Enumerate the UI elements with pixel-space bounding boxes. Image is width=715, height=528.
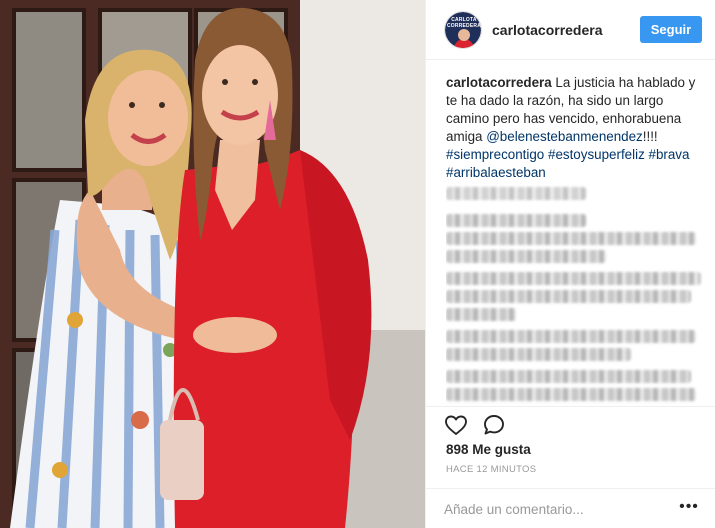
speech-bubble-icon[interactable]: [482, 413, 506, 437]
hashtag[interactable]: #siemprecontigo: [446, 147, 544, 162]
add-comment-bar: •••: [426, 488, 715, 528]
post-caption: carlotacorredera La justicia ha hablado …: [446, 74, 708, 182]
load-more-comments-blurred[interactable]: [446, 187, 708, 205]
header-username[interactable]: carlotacorredera: [492, 22, 603, 38]
avatar-brand-text: CARLOTA CORREDERA: [446, 17, 482, 29]
caption-username[interactable]: carlotacorredera: [446, 75, 552, 90]
blurred-comment: [446, 272, 708, 321]
blurred-comment: [446, 330, 708, 361]
post-side-panel: CARLOTA CORREDERA carlotacorredera Segui…: [425, 0, 715, 528]
comment-input[interactable]: [444, 499, 664, 519]
ellipsis-icon[interactable]: •••: [679, 499, 699, 517]
post-header: CARLOTA CORREDERA carlotacorredera Segui…: [426, 0, 715, 60]
likes-count[interactable]: 898 Me gusta: [446, 442, 531, 457]
hashtag[interactable]: #estoysuperfeliz: [548, 147, 645, 162]
post-photo: [0, 0, 425, 528]
hashtag[interactable]: #brava: [649, 147, 690, 162]
blurred-comment: [446, 370, 708, 404]
caption-mention[interactable]: @belenestebanmenendez: [486, 129, 643, 144]
caption-after-mention: !!!!: [642, 129, 658, 144]
post-actions-bar: [426, 406, 715, 442]
heart-outline-icon[interactable]: [444, 413, 468, 437]
blurred-comment: [446, 214, 708, 263]
photo-illustration: [0, 0, 425, 528]
hashtag[interactable]: #arribalaesteban: [446, 165, 546, 180]
profile-avatar[interactable]: CARLOTA CORREDERA: [444, 11, 482, 49]
comments-area: carlotacorredera La justicia ha hablado …: [446, 74, 708, 404]
post-timestamp[interactable]: HACE 12 MINUTOS: [446, 464, 536, 475]
follow-button[interactable]: Seguir: [640, 16, 702, 43]
